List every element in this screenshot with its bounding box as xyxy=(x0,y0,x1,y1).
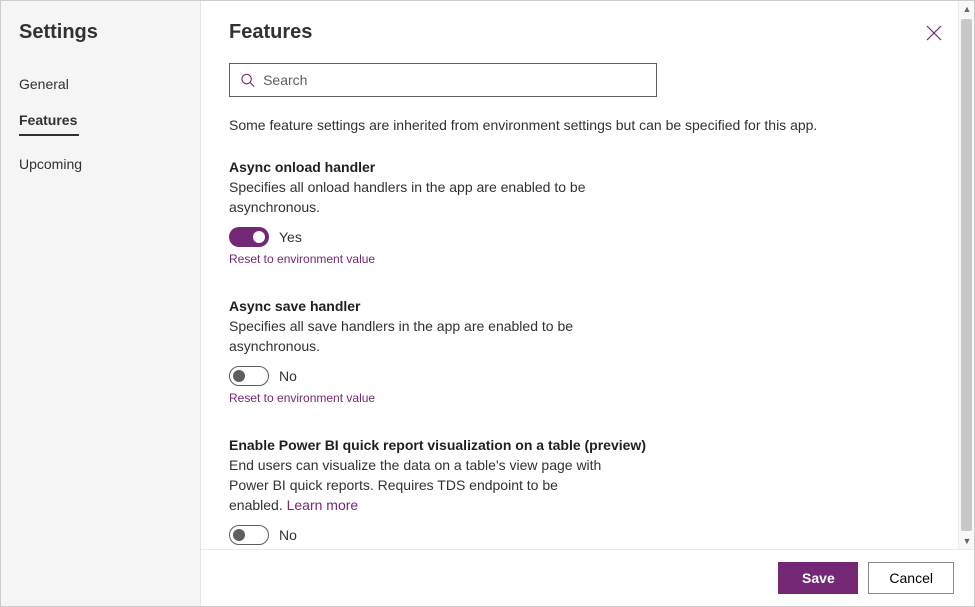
toggle-powerbi-quick-report[interactable] xyxy=(229,525,269,545)
setting-description: Specifies all save handlers in the app a… xyxy=(229,316,609,356)
reset-link[interactable]: Reset to environment value xyxy=(229,252,375,266)
scrollbar[interactable]: ▲ ▼ xyxy=(958,1,974,549)
intro-text: Some feature settings are inherited from… xyxy=(229,117,946,133)
page-title: Features xyxy=(229,21,312,44)
learn-more-link[interactable]: Learn more xyxy=(287,497,359,513)
toggle-state-label: No xyxy=(279,368,297,384)
search-icon xyxy=(240,72,255,88)
toggle-async-onload[interactable] xyxy=(229,227,269,247)
setting-description: End users can visualize the data on a ta… xyxy=(229,455,609,515)
reset-link[interactable]: Reset to environment value xyxy=(229,391,375,405)
scroll-up-icon[interactable]: ▲ xyxy=(959,1,974,17)
setting-title: Async save handler xyxy=(229,298,829,314)
footer-actions: Save Cancel xyxy=(201,549,974,606)
nav-item-general[interactable]: General xyxy=(1,66,200,102)
nav-item-upcoming[interactable]: Upcoming xyxy=(1,146,200,182)
close-icon xyxy=(926,25,942,41)
content-scroll[interactable]: Features Some feature settings are inher… xyxy=(201,1,974,549)
settings-sidebar: Settings General Features Upcoming xyxy=(1,1,201,606)
toggle-async-save[interactable] xyxy=(229,366,269,386)
setting-description: Specifies all onload handlers in the app… xyxy=(229,177,609,217)
setting-async-onload: Async onload handler Specifies all onloa… xyxy=(229,159,829,268)
save-button[interactable]: Save xyxy=(778,562,858,594)
main-panel: Features Some feature settings are inher… xyxy=(201,1,974,606)
setting-async-save: Async save handler Specifies all save ha… xyxy=(229,298,829,407)
cancel-button[interactable]: Cancel xyxy=(868,562,954,594)
sidebar-title: Settings xyxy=(1,21,200,66)
setting-title: Enable Power BI quick report visualizati… xyxy=(229,437,829,453)
setting-powerbi-quick-report: Enable Power BI quick report visualizati… xyxy=(229,437,829,545)
search-input-wrapper[interactable] xyxy=(229,63,657,97)
toggle-state-label: No xyxy=(279,527,297,543)
close-button[interactable] xyxy=(922,21,946,45)
toggle-state-label: Yes xyxy=(279,229,302,245)
scroll-down-icon[interactable]: ▼ xyxy=(959,533,974,549)
setting-title: Async onload handler xyxy=(229,159,829,175)
nav-item-features[interactable]: Features xyxy=(1,102,200,146)
scrollbar-thumb[interactable] xyxy=(961,19,972,531)
search-input[interactable] xyxy=(263,72,646,88)
